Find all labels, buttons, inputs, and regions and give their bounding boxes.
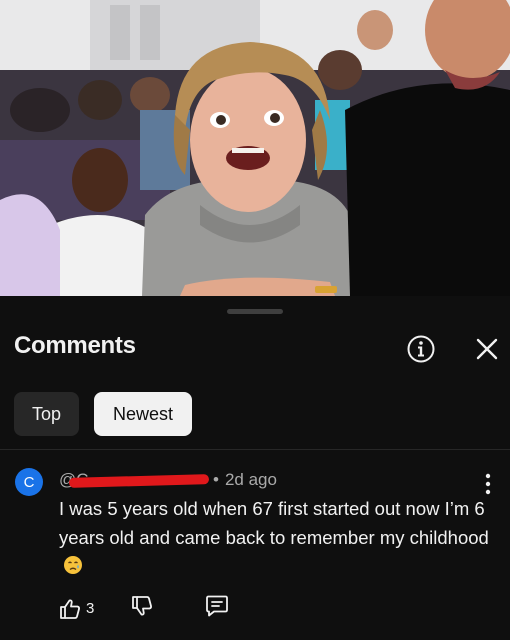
video-frame-image xyxy=(0,0,510,296)
reply-icon xyxy=(206,595,228,617)
comment-author[interactable]: @C xyxy=(59,470,211,490)
divider xyxy=(0,449,510,450)
comments-sheet: Comments Top Newest C @C • 2d ago xyxy=(0,296,510,640)
close-button[interactable] xyxy=(471,333,503,365)
video-player[interactable] xyxy=(0,0,510,296)
sort-chip-top[interactable]: Top xyxy=(14,392,79,436)
crying-face-emoji xyxy=(63,555,83,584)
drag-handle[interactable] xyxy=(227,309,283,314)
comment-time: 2d ago xyxy=(224,470,277,489)
comment-text: I was 5 years old when 67 first started … xyxy=(59,495,499,584)
thumbs-down-icon xyxy=(132,596,152,616)
like-button[interactable]: 3 xyxy=(58,597,130,621)
more-vertical-icon xyxy=(485,473,491,495)
sort-chip-newest[interactable]: Newest xyxy=(94,392,192,436)
close-icon xyxy=(476,338,498,360)
sheet-title: Comments xyxy=(14,332,136,359)
comment-actions: 3 xyxy=(58,594,234,623)
redaction-mark xyxy=(68,474,210,488)
more-options-button[interactable] xyxy=(478,472,498,496)
thumbs-up-icon xyxy=(60,599,80,619)
avatar[interactable]: C xyxy=(15,468,43,496)
comment-header: @C • 2d ago xyxy=(59,470,277,490)
comment-text-content: I was 5 years old when 67 first started … xyxy=(59,498,489,548)
sort-chips: Top Newest xyxy=(14,392,192,436)
info-button[interactable] xyxy=(405,333,437,365)
separator-dot: • xyxy=(213,470,219,489)
reply-button[interactable] xyxy=(204,594,234,623)
info-icon xyxy=(407,335,435,363)
youtube-comments-screen: Comments Top Newest C @C • 2d ago xyxy=(0,0,510,640)
dislike-button[interactable] xyxy=(130,594,204,623)
like-count: 3 xyxy=(86,600,95,617)
